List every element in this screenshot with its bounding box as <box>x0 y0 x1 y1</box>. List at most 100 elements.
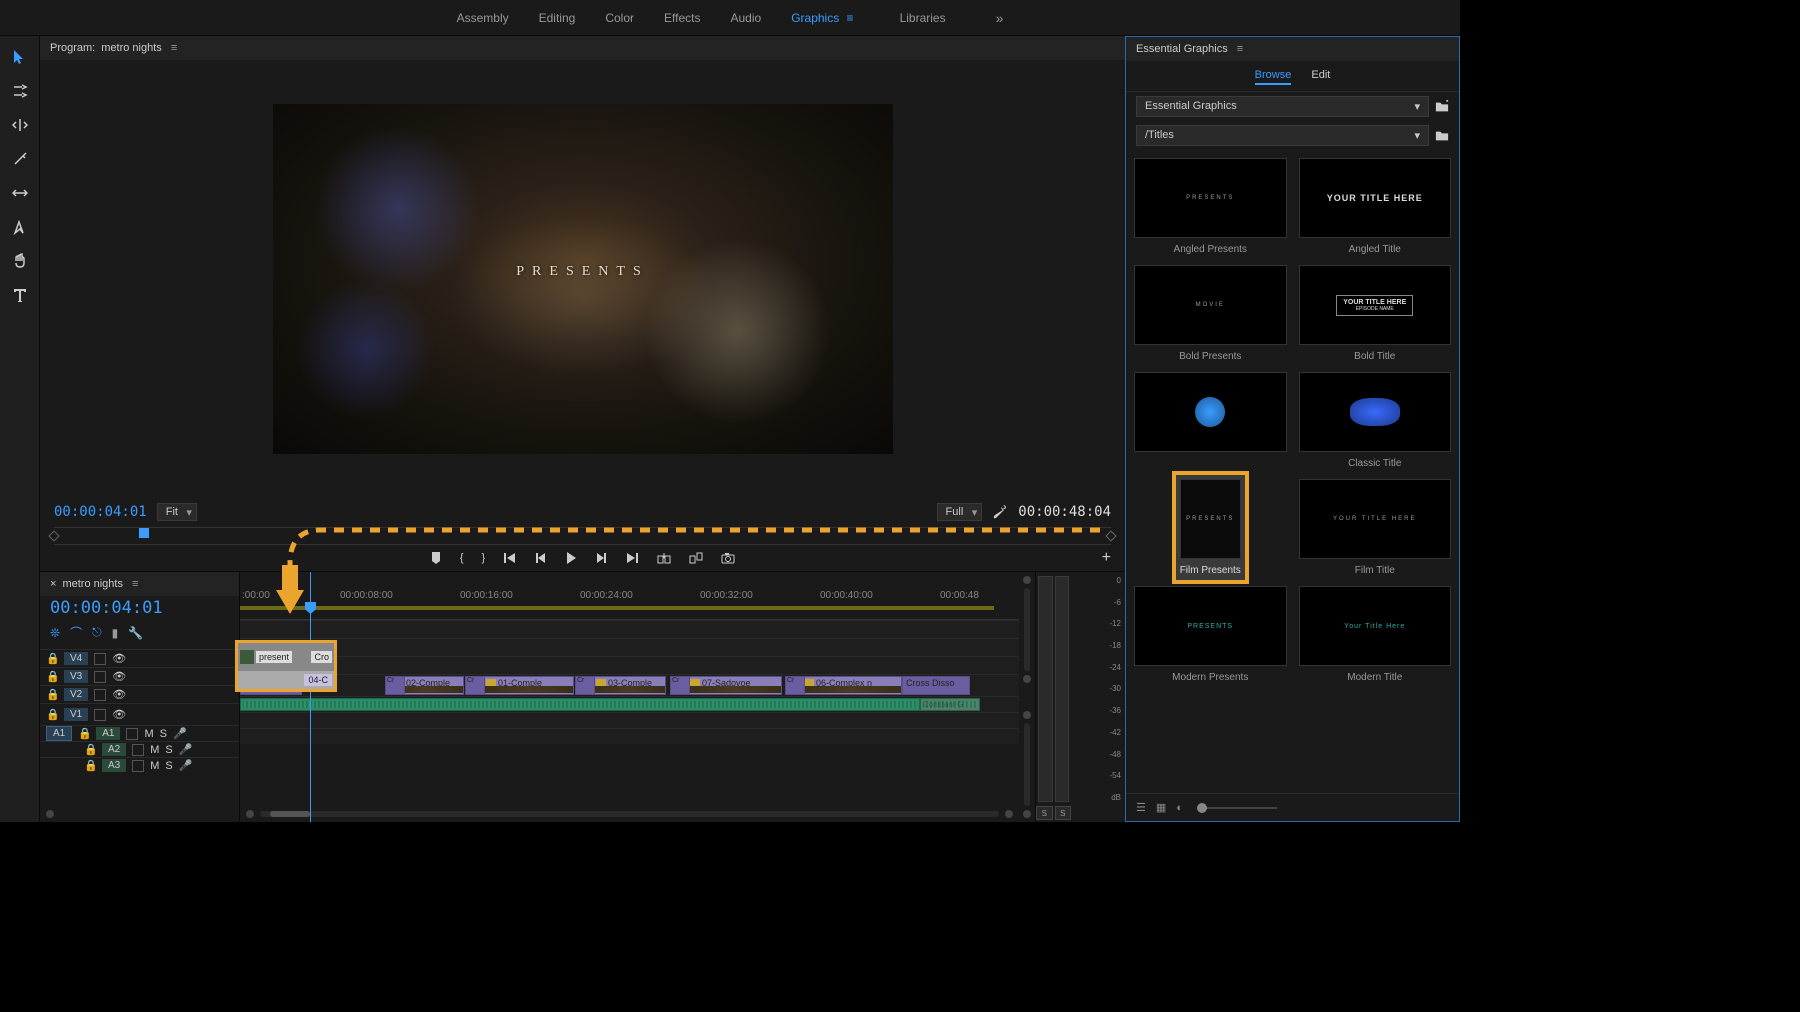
scroll-handle[interactable] <box>1005 810 1013 818</box>
template-item[interactable]: YOUR TITLE HEREFilm Title <box>1299 479 1452 576</box>
timeline-sequence-name[interactable]: metro nights <box>62 578 123 590</box>
export-frame-button[interactable] <box>721 552 735 564</box>
source-patch-a1[interactable]: A1 <box>46 726 72 741</box>
close-panel-icon[interactable]: × <box>50 578 56 590</box>
video-transition[interactable]: Cr <box>385 676 405 695</box>
slip-tool[interactable] <box>9 182 31 204</box>
video-clip[interactable]: 07-Sadovoe <box>686 676 782 695</box>
razor-tool[interactable] <box>9 148 31 170</box>
solo-icon[interactable]: S <box>165 744 172 756</box>
video-transition[interactable]: Cr <box>670 676 690 695</box>
out-point-marker[interactable] <box>1105 530 1116 541</box>
ripple-edit-tool[interactable] <box>9 114 31 136</box>
in-point-marker[interactable] <box>48 530 59 541</box>
vertical-scrollbar[interactable] <box>1019 572 1035 822</box>
track-toggle[interactable] <box>132 760 144 772</box>
eg-library-dropdown[interactable]: Essential Graphics▾ <box>1136 96 1429 117</box>
eye-icon[interactable]: 👁 <box>112 688 126 701</box>
voiceover-icon[interactable]: 🎤 <box>179 759 193 772</box>
solo-right-button[interactable]: S <box>1055 806 1072 820</box>
timeline-marker-icon[interactable]: ▮ <box>112 626 119 640</box>
mute-icon[interactable]: M <box>150 760 159 772</box>
mark-in-button[interactable]: { <box>460 552 464 564</box>
eg-panel-menu-icon[interactable]: ≡ <box>1234 43 1243 55</box>
lift-button[interactable] <box>657 552 671 564</box>
track-a1[interactable]: Constant G <box>240 696 1019 712</box>
template-item[interactable]: YOUR TITLE HEREAngled Title <box>1299 158 1452 255</box>
sort-icon[interactable]: ◐ <box>1176 802 1183 814</box>
template-item[interactable]: Classic Title <box>1299 372 1452 469</box>
extract-button[interactable] <box>689 552 703 564</box>
track-label-v2[interactable]: V2 <box>64 688 88 701</box>
new-folder-icon[interactable] <box>1435 100 1449 114</box>
track-a3[interactable] <box>240 728 1019 744</box>
go-to-out-button[interactable] <box>625 552 639 564</box>
track-header-a1[interactable]: A1🔒A1MS🎤 <box>40 725 239 741</box>
step-forward-button[interactable] <box>595 552 607 564</box>
track-label-v1[interactable]: V1 <box>64 708 88 721</box>
step-back-button[interactable] <box>535 552 547 564</box>
video-clip[interactable]: Cross Disso <box>902 676 970 695</box>
timeline-settings-icon[interactable]: 🔧 <box>128 626 143 640</box>
scroll-handle[interactable] <box>246 810 254 818</box>
pen-tool[interactable] <box>9 216 31 238</box>
mark-out-button[interactable]: } <box>482 552 486 564</box>
thumbnail-size-slider[interactable] <box>1197 807 1277 809</box>
button-editor-add[interactable]: + <box>1102 549 1111 567</box>
resolution-dropdown[interactable]: Full <box>937 503 983 521</box>
track-a2[interactable] <box>240 712 1019 728</box>
template-item[interactable]: YOUR TITLE HEREEPISODE NAMEBold Title <box>1299 265 1452 362</box>
track-v3[interactable] <box>240 638 1019 656</box>
solo-left-button[interactable]: S <box>1036 806 1053 820</box>
workspace-tab-editing[interactable]: Editing <box>539 11 576 25</box>
video-transition[interactable]: Cr <box>785 676 805 695</box>
voiceover-icon[interactable]: 🎤 <box>173 727 187 740</box>
track-toggle[interactable] <box>94 689 106 701</box>
linked-selection-toggle[interactable]: ⌒ <box>70 624 82 641</box>
eg-tab-edit[interactable]: Edit <box>1311 67 1330 85</box>
eye-icon[interactable]: 👁 <box>112 670 126 683</box>
timeline-tracks[interactable]: :00:00 00:00:08:00 00:00:16:00 00:00:24:… <box>240 572 1019 822</box>
go-to-in-button[interactable] <box>503 552 517 564</box>
template-item[interactable] <box>1134 372 1287 469</box>
track-label-v4[interactable]: V4 <box>64 652 88 665</box>
mute-icon[interactable]: M <box>144 728 153 740</box>
list-view-icon[interactable]: ☰ <box>1136 801 1146 814</box>
workspace-tab-color[interactable]: Color <box>605 11 634 25</box>
type-tool[interactable] <box>9 284 31 306</box>
lock-icon[interactable]: 🔒 <box>84 759 96 772</box>
video-transition[interactable]: Cr <box>575 676 595 695</box>
track-v4[interactable] <box>240 620 1019 638</box>
workspace-tab-libraries[interactable]: Libraries <box>900 11 946 25</box>
track-header-v3[interactable]: 🔒V3👁 <box>40 667 239 685</box>
audio-transition[interactable]: Constant G <box>920 698 980 711</box>
lock-icon[interactable]: 🔒 <box>84 743 96 756</box>
lock-icon[interactable]: 🔒 <box>46 688 58 701</box>
program-scrub-bar[interactable] <box>54 527 1111 545</box>
selection-tool[interactable] <box>9 46 31 68</box>
work-area-bar[interactable] <box>240 606 994 610</box>
workspace-menu-icon[interactable]: ≡ <box>843 11 853 25</box>
panel-menu-icon[interactable]: ≡ <box>168 42 177 54</box>
add-marker-button[interactable] <box>430 551 442 565</box>
play-button[interactable] <box>565 551 577 565</box>
video-clip[interactable]: 06-Complex n <box>800 676 902 695</box>
settings-wrench-icon[interactable] <box>992 504 1008 520</box>
eye-icon[interactable]: 👁 <box>112 708 126 721</box>
track-v1[interactable]: Cross Di02-Comple01-Comple03-Comple07-Sa… <box>240 674 1019 696</box>
track-toggle[interactable] <box>94 653 106 665</box>
track-v2[interactable] <box>240 656 1019 674</box>
track-header-a2[interactable]: 🔒A2MS🎤 <box>40 741 239 757</box>
eg-folder-dropdown[interactable]: /Titles▾ <box>1136 125 1429 146</box>
track-select-tool[interactable] <box>9 80 31 102</box>
playhead-indicator[interactable] <box>139 528 149 538</box>
workspace-tab-graphics[interactable]: Graphics ≡ <box>791 11 869 25</box>
timeline-menu-icon[interactable]: ≡ <box>129 578 138 590</box>
track-header-v1[interactable]: 🔒V1👁 <box>40 703 239 725</box>
workspace-tab-assembly[interactable]: Assembly <box>457 11 509 25</box>
program-video-view[interactable]: PRESENTS <box>40 60 1125 497</box>
workspace-overflow-icon[interactable]: » <box>996 10 1004 26</box>
zoom-fit-dropdown[interactable]: Fit <box>157 503 197 521</box>
mute-icon[interactable]: M <box>150 744 159 756</box>
track-label-a1[interactable]: A1 <box>96 727 120 740</box>
